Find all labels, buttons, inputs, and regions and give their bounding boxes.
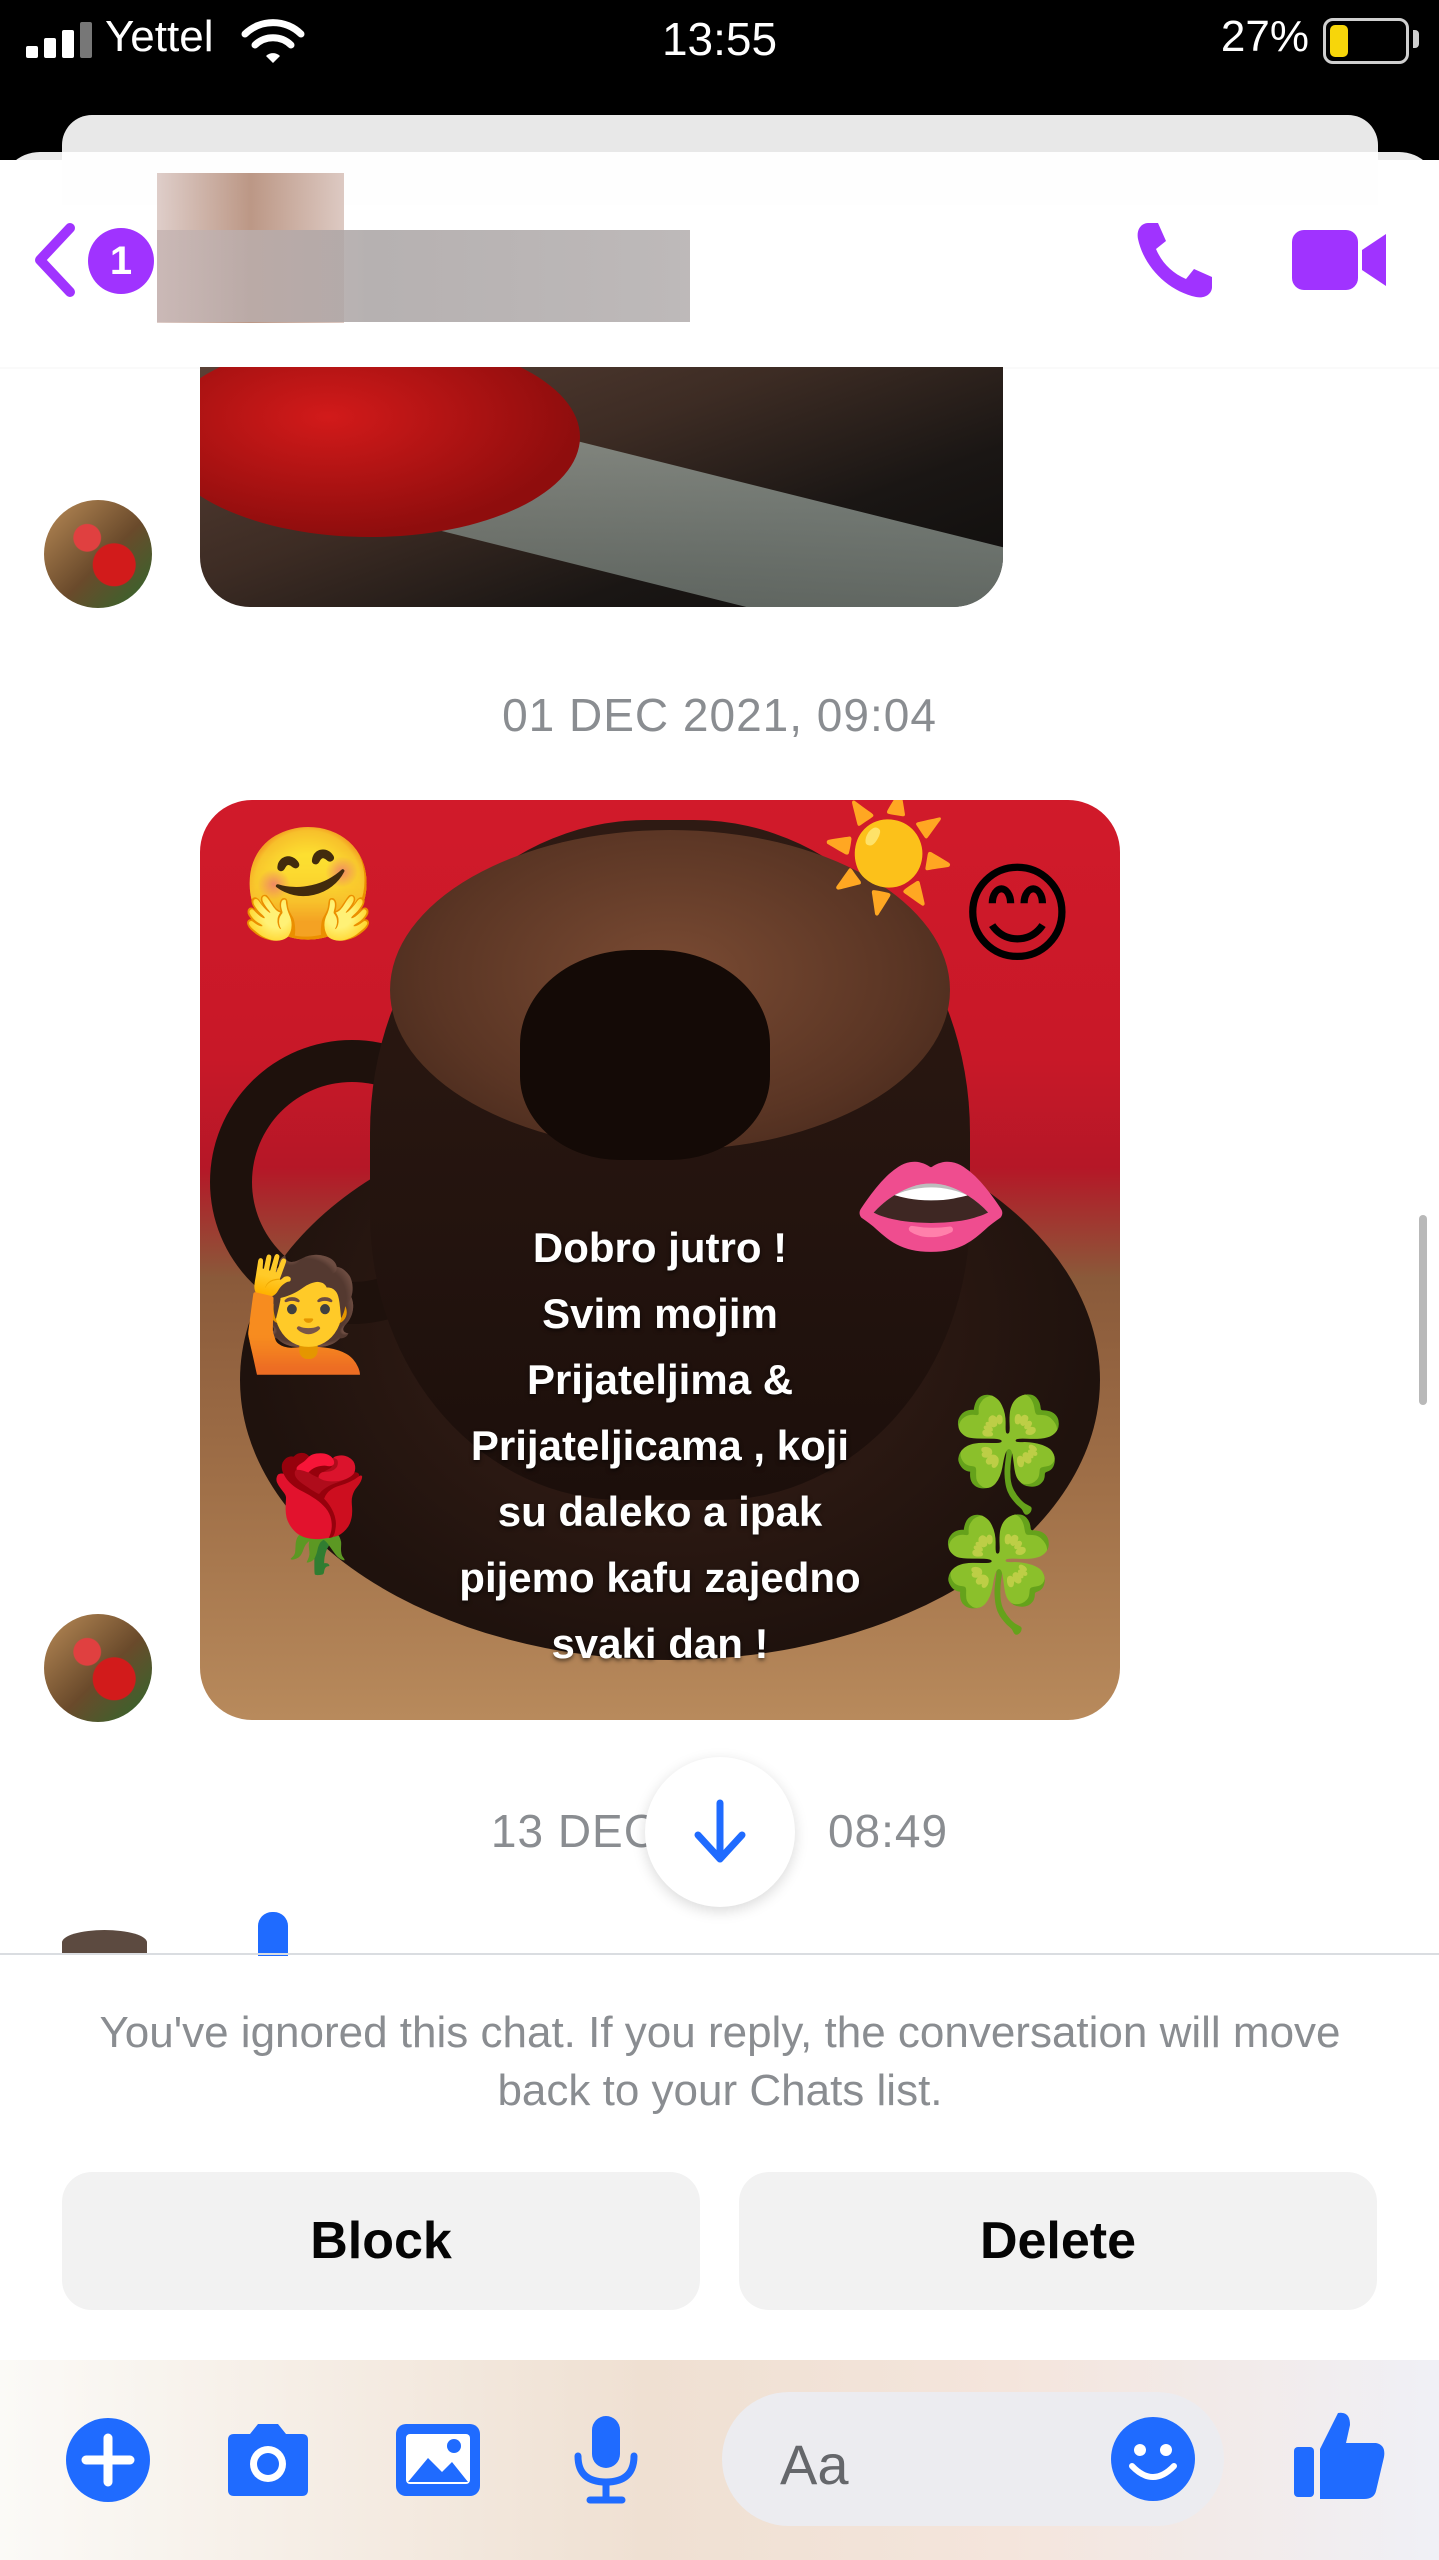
hugging-face-emoji: 🤗 xyxy=(240,823,377,946)
thumbs-up-partial xyxy=(258,1912,288,1956)
rose-emoji: 🌹 xyxy=(250,1453,387,1576)
battery-percent: 27% xyxy=(1220,12,1309,61)
image-caption-text: Dobro jutro ! Svim mojim Prijateljima & … xyxy=(459,1224,861,1667)
clover-emoji: 🍀 xyxy=(940,1393,1077,1516)
ignored-chat-notice: You've ignored this chat. If you reply, … xyxy=(99,2008,1341,2115)
avatar-partial xyxy=(62,1930,147,1955)
microphone-icon[interactable] xyxy=(556,2410,656,2510)
thumbs-up-icon[interactable] xyxy=(1290,2405,1390,2505)
contact-name-blurred[interactable] xyxy=(157,230,690,322)
sun-emoji: ☀️ xyxy=(820,800,957,916)
video-camera-icon[interactable] xyxy=(1290,222,1390,298)
battery-level xyxy=(1330,25,1348,57)
arrow-down-icon xyxy=(694,1799,746,1863)
message-timestamp: 01 DEC 2021, 09:04 xyxy=(502,689,937,741)
timestamp-time: 08:49 xyxy=(827,1805,949,1857)
shared-image-coffee[interactable]: 🤗 ☀️ 😊 👄 🙋 🍀 🍀 🌹 Dobro jutro ! Svim moji… xyxy=(200,800,1120,1720)
scroll-to-bottom-button[interactable] xyxy=(645,1757,795,1907)
sender-avatar[interactable] xyxy=(44,500,152,608)
image-icon[interactable] xyxy=(388,2410,488,2510)
block-button[interactable]: Block xyxy=(62,2172,700,2310)
battery-nub xyxy=(1413,30,1419,48)
plus-icon[interactable] xyxy=(58,2410,158,2510)
camera-icon[interactable] xyxy=(218,2410,318,2510)
shared-photo-top[interactable] xyxy=(200,367,1003,607)
message-input-placeholder[interactable]: Aa xyxy=(780,2432,849,2497)
sender-avatar[interactable] xyxy=(44,1614,152,1722)
divider xyxy=(0,1953,1439,1955)
phone-icon[interactable] xyxy=(1130,215,1220,305)
unread-badge[interactable]: 1 xyxy=(88,228,154,294)
emoji-icon[interactable] xyxy=(1108,2414,1198,2504)
delete-button[interactable]: Delete xyxy=(739,2172,1377,2310)
scroll-indicator[interactable] xyxy=(1419,1215,1427,1405)
timestamp-date: 13 DEC xyxy=(490,1805,658,1857)
clover-emoji: 🍀 xyxy=(930,1513,1067,1636)
waving-woman-emoji: 🙋 xyxy=(240,1253,377,1376)
smiling-face-emoji: 😊 xyxy=(960,853,1075,976)
battery-icon xyxy=(1323,18,1409,64)
